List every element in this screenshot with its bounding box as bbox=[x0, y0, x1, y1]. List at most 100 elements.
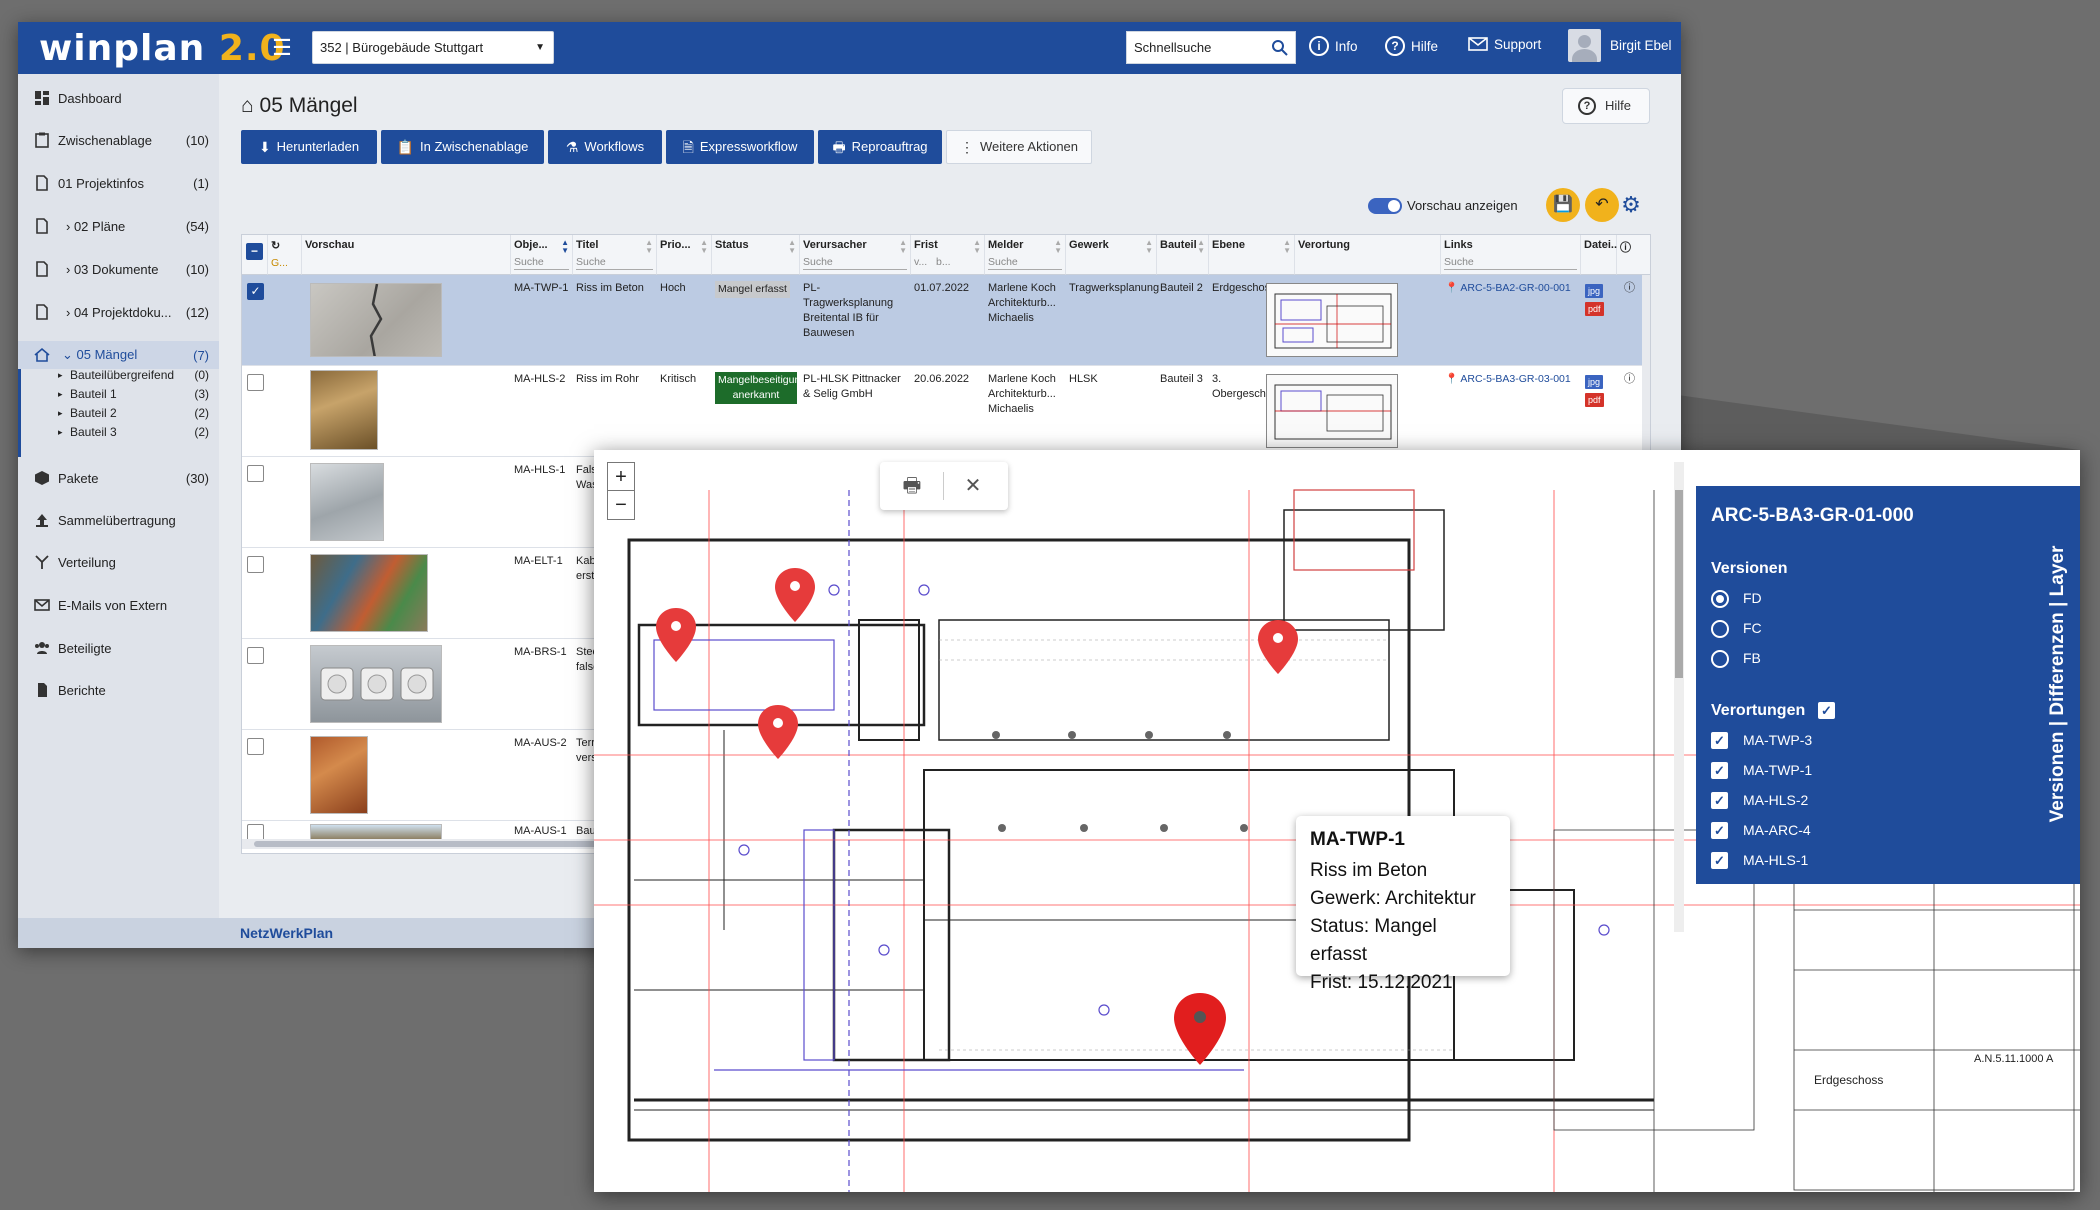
user-name[interactable]: Birgit Ebel bbox=[1610, 38, 1672, 53]
column-header[interactable]: Obje... Suche ▲ ▼ bbox=[511, 235, 573, 275]
close-icon[interactable]: ✕ bbox=[960, 474, 986, 498]
map-pin-icon[interactable] bbox=[1258, 620, 1298, 674]
table-row[interactable]: MA-HLS-2 Riss im Rohr Kritisch Mangelbes… bbox=[242, 366, 1642, 457]
download-button[interactable]: ⬇ Herunterladen bbox=[241, 130, 377, 164]
menu-list-icon[interactable]: ☰ bbox=[268, 34, 296, 62]
sidebar-subitem[interactable]: ▸ Bauteil 2 (2) bbox=[18, 406, 219, 425]
column-filter-input[interactable]: Suche bbox=[576, 256, 653, 270]
project-select[interactable]: 352 | Bürogebäude Stuttgart ▼ bbox=[312, 31, 554, 64]
sidebar-item-distribution[interactable]: Verteilung bbox=[18, 548, 219, 576]
sidebar-item-plans[interactable]: › 02 Pläne (54) bbox=[18, 212, 219, 240]
map-pin-icon[interactable] bbox=[775, 568, 815, 622]
active-map-pin-icon[interactable] bbox=[1174, 993, 1226, 1065]
sidebar-item-documents[interactable]: › 03 Dokumente (10) bbox=[18, 255, 219, 283]
support-link[interactable]: Support bbox=[1468, 36, 1541, 52]
print-icon[interactable]: 🖶 bbox=[899, 474, 925, 498]
sort-icon[interactable]: ▲ ▼ bbox=[1054, 239, 1062, 255]
sidebar-item-reports[interactable]: Berichte bbox=[18, 676, 219, 704]
more-actions-button[interactable]: ⋮ Weitere Aktionen bbox=[946, 130, 1092, 164]
row-checkbox[interactable] bbox=[247, 465, 264, 482]
column-header[interactable]: Gewerk ▲ ▼ bbox=[1066, 235, 1157, 275]
help-link[interactable]: ? Hilfe bbox=[1385, 36, 1438, 56]
help-button[interactable]: ? Hilfe bbox=[1562, 88, 1650, 124]
column-header[interactable]: Verursacher Suche ▲ ▼ bbox=[800, 235, 911, 275]
pdf-file-badge[interactable]: pdf bbox=[1585, 393, 1604, 407]
floorplan-viewer[interactable]: A.N.5.11.1000 A Erdgeschoss + − 🖶 ✕ MA-T… bbox=[594, 450, 2080, 1192]
sidebar-item-clipboard[interactable]: Zwischenablage (10) bbox=[18, 126, 219, 154]
column-filter-input[interactable]: Suche bbox=[1444, 256, 1577, 270]
column-header[interactable]: Ebene ▲ ▼ bbox=[1209, 235, 1295, 275]
row-checkbox[interactable] bbox=[247, 738, 264, 755]
version-radio[interactable] bbox=[1711, 590, 1729, 608]
column-header[interactable]: Bauteil ▲ ▼ bbox=[1157, 235, 1209, 275]
location-thumbnail[interactable] bbox=[1266, 374, 1398, 448]
column-header[interactable]: Status ▲ ▼ bbox=[712, 235, 800, 275]
info-link[interactable]: i Info bbox=[1309, 36, 1358, 56]
column-header[interactable]: Prio... ▲ ▼ bbox=[657, 235, 712, 275]
sort-icon[interactable]: ▲ ▼ bbox=[1197, 239, 1205, 255]
pdf-file-badge[interactable]: pdf bbox=[1585, 302, 1604, 316]
defect-photo[interactable] bbox=[310, 283, 442, 357]
info-icon[interactable]: ⓘ bbox=[1624, 281, 1635, 296]
sidebar-item-bulk-transfer[interactable]: Sammelübertragung bbox=[18, 506, 219, 534]
clipboard-button[interactable]: 📋 In Zwischenablage bbox=[381, 130, 544, 164]
version-radio[interactable] bbox=[1711, 650, 1729, 668]
sidebar-item-dashboard[interactable]: Dashboard bbox=[18, 84, 219, 112]
column-filter-input[interactable]: Suche bbox=[514, 256, 569, 270]
location-checkbox[interactable]: ✓ bbox=[1711, 852, 1728, 869]
sidebar-subitem[interactable]: ▸ Bauteilübergreifend (0) bbox=[18, 368, 219, 387]
sidebar-item-packages[interactable]: Pakete (30) bbox=[18, 464, 219, 492]
sidebar-subitem[interactable]: ▸ Bauteil 3 (2) bbox=[18, 425, 219, 444]
undo-icon[interactable]: ↶ bbox=[1585, 188, 1619, 222]
column-filter-input[interactable]: Suche bbox=[988, 256, 1062, 270]
preview-toggle[interactable] bbox=[1368, 198, 1402, 214]
avatar[interactable] bbox=[1568, 29, 1601, 62]
sort-icon[interactable]: ▲ ▼ bbox=[788, 239, 796, 255]
sidebar-subitem[interactable]: ▸ Bauteil 1 (3) bbox=[18, 387, 219, 406]
location-checkbox[interactable]: ✓ bbox=[1711, 732, 1728, 749]
sidebar-item-defects[interactable]: ⌄ 05 Mängel (7) bbox=[18, 341, 219, 369]
expressworkflow-button[interactable]: 🗎 Expressworkflow bbox=[666, 130, 814, 164]
locations-toggle-checkbox[interactable]: ✓ bbox=[1818, 702, 1835, 719]
version-radio[interactable] bbox=[1711, 620, 1729, 638]
row-checkbox[interactable] bbox=[247, 374, 264, 391]
date-filter[interactable]: v... b... bbox=[914, 256, 981, 269]
map-pin-icon[interactable] bbox=[758, 705, 798, 759]
side-tab[interactable]: Versionen | Differenzen | Layer bbox=[2040, 508, 2076, 868]
zoom-in-button[interactable]: + bbox=[608, 463, 634, 491]
plan-link[interactable]: 📍 ARC-5-BA3-GR-03-001 bbox=[1445, 372, 1571, 387]
location-checkbox[interactable]: ✓ bbox=[1711, 822, 1728, 839]
gear-icon[interactable]: ⚙ bbox=[1619, 193, 1643, 217]
column-header[interactable]: Melder Suche ▲ ▼ bbox=[985, 235, 1066, 275]
quick-search-input[interactable]: Schnellsuche bbox=[1126, 31, 1296, 64]
location-checkbox[interactable]: ✓ bbox=[1711, 792, 1728, 809]
location-thumbnail[interactable] bbox=[1266, 283, 1398, 357]
map-pin-icon[interactable] bbox=[656, 608, 696, 662]
jpg-file-badge[interactable]: jpg bbox=[1585, 375, 1604, 389]
sort-icon[interactable]: ▲ ▼ bbox=[899, 239, 907, 255]
defect-photo[interactable] bbox=[310, 370, 378, 450]
sidebar-item-external-mails[interactable]: E-Mails von Extern bbox=[18, 591, 219, 619]
location-checkbox[interactable]: ✓ bbox=[1711, 762, 1728, 779]
sort-icon[interactable]: ▲ ▼ bbox=[1145, 239, 1153, 255]
reproauftrag-button[interactable]: 🖶 Reproauftrag bbox=[818, 130, 942, 164]
defect-photo[interactable] bbox=[310, 736, 368, 814]
column-header[interactable]: Frist v... b... ▲ ▼ bbox=[911, 235, 985, 275]
column-header[interactable]: Verortung bbox=[1295, 235, 1441, 275]
column-header[interactable]: Vorschau bbox=[302, 235, 511, 275]
workflows-button[interactable]: ⚗ Workflows bbox=[548, 130, 662, 164]
app-logo[interactable]: winplan 2.0 bbox=[39, 28, 286, 69]
table-row[interactable]: ✓ MA-TWP-1 Riss im Beton Hoch Mangel erf… bbox=[242, 275, 1642, 366]
row-checkbox[interactable]: ✓ bbox=[247, 283, 264, 300]
column-header[interactable]: ↻ G... bbox=[268, 235, 302, 275]
sidebar-item-projectdoku[interactable]: › 04 Projektdoku... (12) bbox=[18, 298, 219, 326]
column-header[interactable]: Titel Suche ▲ ▼ bbox=[573, 235, 657, 275]
plan-scrollbar[interactable] bbox=[1674, 462, 1684, 932]
save-icon[interactable]: 💾 bbox=[1546, 188, 1580, 222]
sidebar-item-participants[interactable]: Beteiligte bbox=[18, 634, 219, 662]
plan-link[interactable]: 📍 ARC-5-BA2-GR-00-001 bbox=[1445, 281, 1571, 296]
sort-icon[interactable]: ▲ ▼ bbox=[973, 239, 981, 255]
column-filter-input[interactable]: Suche bbox=[803, 256, 907, 270]
sort-icon[interactable]: ▲ ▼ bbox=[1283, 239, 1291, 255]
sidebar-item-projectinfos[interactable]: 01 Projektinfos (1) bbox=[18, 169, 219, 197]
